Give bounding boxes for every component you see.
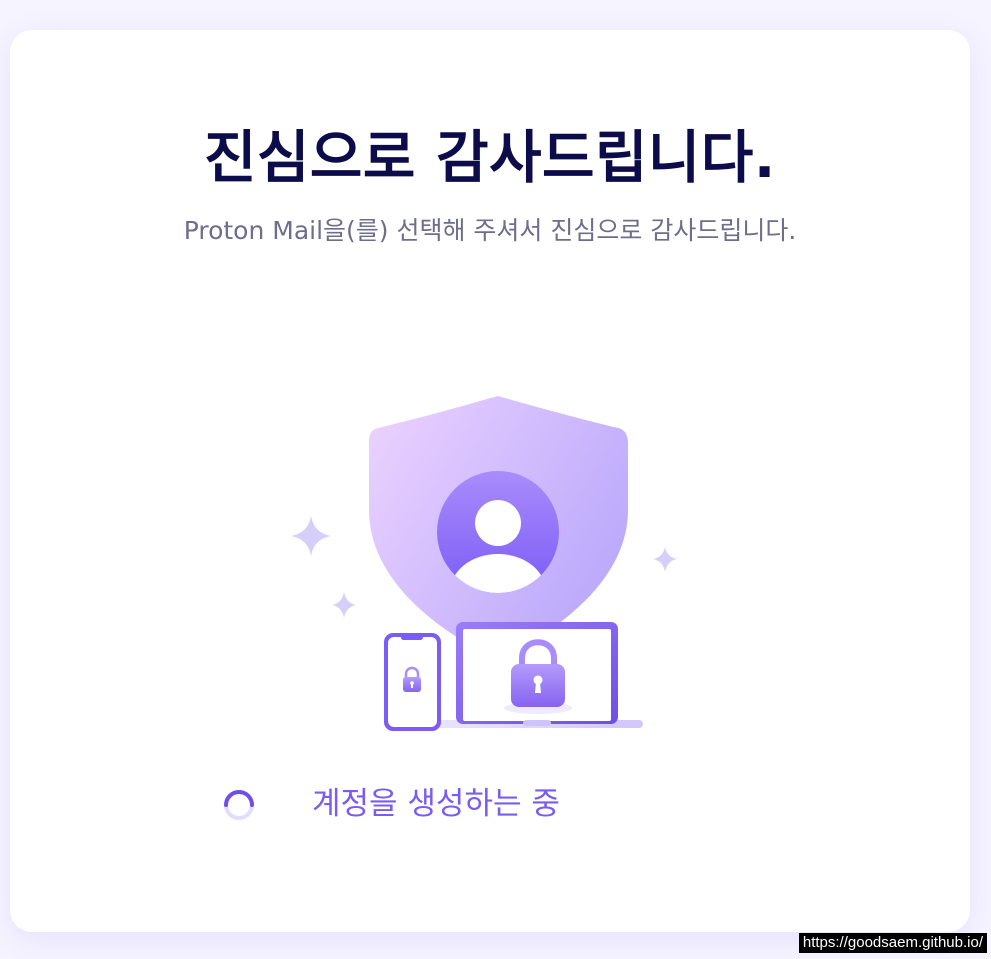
page-subtitle: Proton Mail을(를) 선택해 주셔서 진심으로 감사드립니다. [183, 216, 797, 245]
smartphone-icon [384, 633, 441, 731]
main-card: 진심으로 감사드립니다. Proton Mail을(를) 선택해 주셔서 진심으… [10, 30, 970, 932]
account-creation-status: 계정을 생성하는 중 [222, 782, 782, 826]
url-badge[interactable]: https://goodsaem.github.io/ [798, 933, 987, 953]
account-security-illustration [291, 396, 677, 731]
status-text: 계정을 생성하는 중 [312, 786, 560, 822]
loading-spinner-icon [224, 790, 254, 820]
page-title: 진심으로 감사드립니다. [204, 125, 776, 191]
